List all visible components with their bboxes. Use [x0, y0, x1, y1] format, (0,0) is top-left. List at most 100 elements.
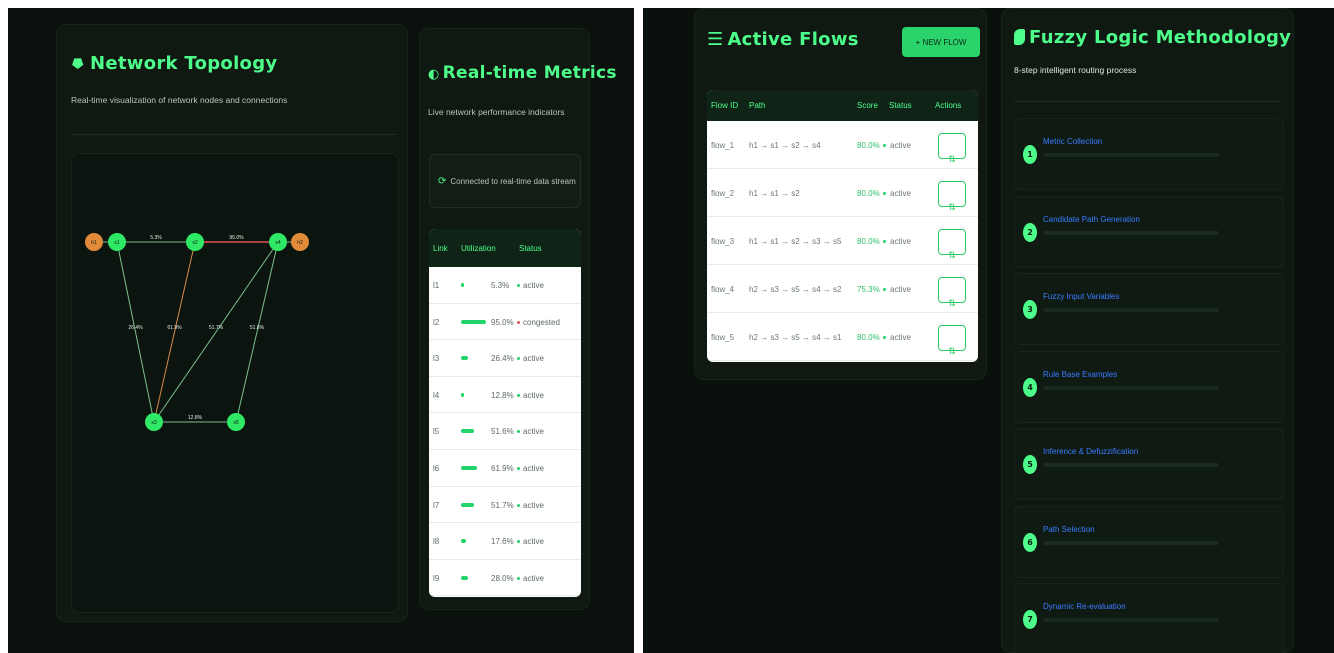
- reroute-button[interactable]: ⇅: [938, 325, 966, 356]
- status-dot: [517, 357, 520, 361]
- divider: [1014, 101, 1281, 102]
- link-id: l7: [433, 500, 440, 510]
- network-link[interactable]: [116, 241, 155, 423]
- utilization-value: 61.9%: [491, 463, 514, 473]
- status-dot: [883, 144, 886, 147]
- column-header-score: Score: [857, 101, 878, 110]
- step-number: 6: [1023, 532, 1037, 552]
- status-dot: [883, 336, 886, 339]
- step-number: 5: [1023, 455, 1037, 474]
- step-number: 3: [1023, 300, 1037, 319]
- status-dot: [517, 430, 520, 434]
- metrics-title-text: Real-time Metrics: [442, 63, 617, 83]
- link-label: 26.4%: [128, 325, 143, 331]
- leaf-icon: [1014, 29, 1025, 45]
- table-row: l7 51.7% active: [429, 487, 581, 524]
- utilization-value: 26.4%: [491, 354, 514, 364]
- fuzzy-logic-card: Fuzzy Logic Methodology 8-step intellige…: [1001, 8, 1294, 653]
- flow-score: 75.3%: [857, 285, 880, 294]
- flow-path: h2 → s3 → s5 → s4 → s2: [749, 285, 842, 294]
- status-dot: [883, 288, 886, 291]
- node-label: h1: [91, 240, 97, 246]
- column-header-utilization: Utilization: [461, 243, 496, 253]
- status-text: congested: [523, 317, 560, 327]
- status-dot: [517, 540, 520, 544]
- flows-title-text: Active Flows: [727, 29, 859, 50]
- utilization-value: 51.7%: [491, 500, 514, 510]
- utilization-bar: [461, 429, 475, 434]
- utilization-bar: [461, 392, 465, 397]
- reroute-button[interactable]: ⇅: [938, 277, 966, 308]
- flow-status: active: [890, 237, 911, 246]
- link-label: 5.3%: [150, 235, 162, 241]
- table-row: l4 12.8% active: [429, 377, 581, 414]
- step-number: 4: [1023, 377, 1037, 397]
- flows-title: ☰ Active Flows: [707, 29, 859, 50]
- network-link[interactable]: [153, 241, 196, 423]
- status-text: active: [523, 500, 544, 510]
- column-header-actions: Actions: [935, 101, 962, 110]
- link-id: l2: [433, 317, 440, 327]
- reroute-icon: ⇅: [948, 202, 956, 212]
- column-header-link: Link: [433, 243, 448, 253]
- table-body: l1 5.3% active l2 95.0% congested l3 26.4% activ…: [429, 267, 581, 597]
- step-description: [1043, 540, 1219, 545]
- step-name: Dynamic Re-evaluation: [1043, 602, 1126, 611]
- methodology-step[interactable]: 2 Candidate Path Generation: [1014, 195, 1284, 268]
- step-number: 7: [1023, 610, 1037, 629]
- flow-status: active: [890, 141, 911, 150]
- step-name: Metric Collection: [1043, 137, 1103, 146]
- methodology-step[interactable]: 4 Rule Base Examples: [1014, 350, 1284, 423]
- flow-id: flow_3: [711, 237, 735, 246]
- new-flow-button[interactable]: + NEW FLOW: [902, 27, 980, 57]
- left-screenshot: ⯂ Network Topology Real-time visualizatio…: [8, 8, 634, 653]
- node-label: s1: [114, 240, 120, 246]
- reroute-icon: ⇅: [948, 250, 956, 260]
- status-dot: [883, 192, 886, 195]
- utilization-bar: [461, 283, 464, 287]
- link-id: l1: [433, 281, 440, 290]
- utilization-bar: [461, 539, 466, 544]
- status-text: active: [523, 390, 544, 400]
- status-dot: [517, 393, 520, 397]
- methodology-step[interactable]: 6 Path Selection: [1014, 505, 1284, 578]
- metrics-subtitle: Live network performance indicators: [428, 107, 565, 117]
- active-flows-card: ☰ Active Flows + NEW FLOW Flow ID Path Sc…: [694, 8, 987, 380]
- step-name: Fuzzy Input Variables: [1043, 292, 1120, 301]
- methodology-step[interactable]: 1 Metric Collection: [1014, 118, 1284, 190]
- utilization-bar: [461, 465, 478, 470]
- topology-canvas[interactable]: 5.3% 95.0% 26.4% 61.9% 51.7% 51.6% 12.8% h1 s1 s2…: [71, 153, 399, 613]
- table-row: flow_2 h1 → s1 → s2 80.0% active ⇅: [707, 169, 978, 217]
- node-label: s2: [192, 240, 198, 246]
- reroute-button[interactable]: ⇅: [938, 181, 966, 212]
- reroute-button[interactable]: ⇅: [938, 229, 966, 260]
- reroute-button[interactable]: ⇅: [938, 133, 966, 164]
- table-body: flow_1 h1 → s1 → s2 → s4 80.0% active ⇅ flow_…: [707, 121, 978, 361]
- table-row: flow_4 h2 → s3 → s5 → s4 → s2 75.3% active ⇅: [707, 265, 978, 313]
- connection-status-text: Connected to real-time data stream: [450, 176, 576, 186]
- metrics-icon: ◐: [428, 67, 440, 82]
- network-link[interactable]: [153, 241, 279, 423]
- table-row: l2 95.0% congested: [429, 304, 581, 341]
- table-row: l8 17.6% active: [429, 523, 581, 560]
- topology-graph[interactable]: 5.3% 95.0% 26.4% 61.9% 51.7% 51.6% 12.8% h1 s1 s2…: [72, 154, 400, 614]
- link-id: l4: [433, 390, 440, 400]
- network-icon: ⯂: [71, 57, 83, 73]
- network-link[interactable]: [235, 241, 279, 423]
- step-description: [1043, 308, 1219, 312]
- table-header: Flow ID Path Score Status Actions: [707, 90, 978, 121]
- methodology-step[interactable]: 7 Dynamic Re-evaluation: [1014, 583, 1284, 653]
- flow-score: 80.0%: [857, 189, 880, 198]
- status-text: active: [523, 427, 544, 437]
- utilization-bar: [461, 356, 468, 361]
- status-dot: [517, 284, 520, 287]
- fuzzy-subtitle: 8-step intelligent routing process: [1014, 65, 1137, 75]
- step-description: [1043, 463, 1219, 467]
- utilization-bar: [461, 575, 469, 580]
- reroute-icon: ⇅: [948, 154, 956, 164]
- link-label: 95.0%: [229, 235, 244, 241]
- utilization-value: 12.8%: [491, 390, 514, 400]
- methodology-step[interactable]: 5 Inference & Defuzzification: [1014, 428, 1284, 500]
- status-dot: [517, 576, 520, 580]
- methodology-step[interactable]: 3 Fuzzy Input Variables: [1014, 273, 1284, 345]
